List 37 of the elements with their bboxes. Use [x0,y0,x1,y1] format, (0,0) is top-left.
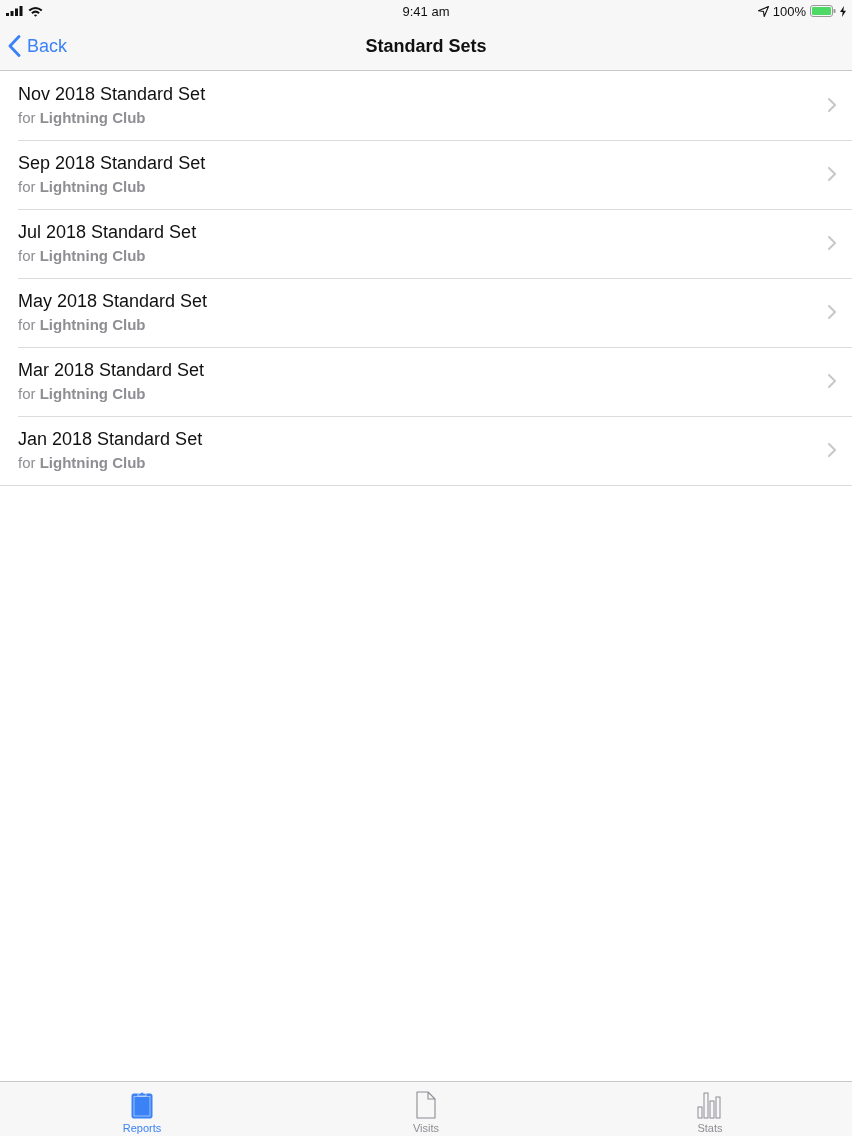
wifi-icon [28,5,43,17]
clipboard-icon [131,1091,153,1119]
row-subtitle: for Lightning Club [18,454,146,471]
row-subtitle: for Lightning Club [18,178,146,195]
row-title: Nov 2018 Standard Set [18,84,206,105]
row-title: Mar 2018 Standard Set [18,360,205,381]
chevron-right-icon [828,236,836,250]
chevron-left-icon [8,35,21,57]
row-subtitle: for Lightning Club [18,385,146,402]
chevron-right-icon [828,374,836,388]
chevron-right-icon [828,305,836,319]
document-icon [416,1091,436,1119]
battery-icon [810,5,836,17]
chevron-right-icon [828,167,836,181]
row-subtitle: for Lightning Club [18,109,146,126]
row-subtitle: for Lightning Club [18,247,146,264]
bar-chart-icon [697,1091,723,1119]
list-row[interactable]: Sep 2018 Standard Set for Lightning Club [0,140,852,209]
tab-bar-item[interactable]: Reports [116,1082,168,1136]
nav-title: Standard Sets [365,35,487,57]
row-title: Jul 2018 Standard Set [18,222,197,243]
list-row[interactable]: Nov 2018 Standard Set for Lightning Club [0,71,852,140]
charging-bolt-icon [840,5,846,17]
row-title: Sep 2018 Standard Set [18,153,206,174]
list-row[interactable]: Mar 2018 Standard Set for Lightning Club [0,347,852,416]
row-subtitle: for Lightning Club [18,316,146,333]
list-row[interactable]: Jul 2018 Standard Set for Lightning Club [0,209,852,278]
signal-icon [6,6,24,16]
row-title: May 2018 Standard Set [18,291,208,312]
chevron-right-icon [828,443,836,457]
status-time: 9:41 am [402,3,450,19]
battery-percent: 100% [772,3,806,19]
location-arrow-icon [757,5,769,17]
list-row[interactable]: May 2018 Standard Set for Lightning Club [0,278,852,347]
row-title: Jan 2018 Standard Set [18,429,203,450]
chevron-right-icon [828,98,836,112]
list-row[interactable]: Jan 2018 Standard Set for Lightning Club [0,416,852,485]
